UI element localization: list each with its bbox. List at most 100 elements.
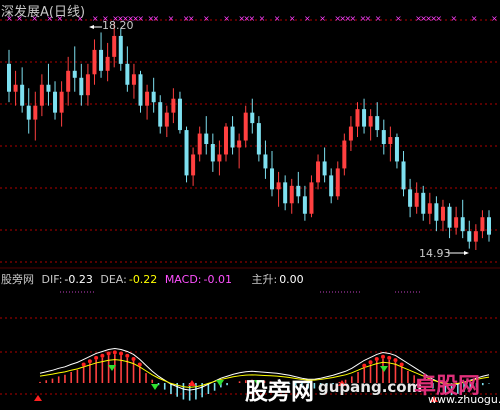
candle-body xyxy=(394,137,399,162)
macd-value: -0.01 xyxy=(203,273,232,286)
candle-body xyxy=(66,70,71,92)
zs-dot xyxy=(393,358,398,363)
candle-body xyxy=(20,84,25,106)
candle-body xyxy=(460,217,465,232)
marker-x: × xyxy=(274,14,281,23)
high-price-label: 18.20 xyxy=(102,19,134,32)
marker-x: × xyxy=(188,14,195,23)
zs-label: 主升: xyxy=(251,273,278,286)
zs-value: 0.00 xyxy=(279,273,304,286)
candle-body xyxy=(289,185,294,204)
candle-body xyxy=(434,203,439,221)
candle-body xyxy=(72,70,77,78)
candle-body xyxy=(421,192,426,214)
candle-body xyxy=(473,231,478,242)
candle-body xyxy=(375,116,380,131)
buy-signal xyxy=(34,395,42,401)
candle-body xyxy=(381,130,386,145)
dea-label: DEA: xyxy=(100,273,127,286)
candle-body xyxy=(164,112,169,127)
watermark-logo: 卓股网 www.zhuogu.com xyxy=(412,368,500,408)
candle-body xyxy=(427,203,432,214)
candle-body xyxy=(197,133,202,155)
candle-body xyxy=(217,154,222,162)
marker-x: × xyxy=(304,14,311,23)
candle-body xyxy=(33,105,38,120)
marker-x: × xyxy=(152,14,159,23)
dif-label: DIF: xyxy=(41,273,63,286)
candle-body xyxy=(454,217,459,228)
candle-body xyxy=(85,74,90,96)
zs-dot xyxy=(94,355,99,360)
candle-body xyxy=(79,77,84,96)
candle-body xyxy=(39,84,44,106)
marker-x: × xyxy=(137,14,144,23)
candle-body xyxy=(105,56,110,71)
candle-body xyxy=(230,126,235,148)
candle-body xyxy=(316,161,321,183)
candle-body xyxy=(322,161,327,176)
zs-dot xyxy=(399,362,404,367)
zs-dot xyxy=(362,363,367,368)
marker-x: × xyxy=(289,14,296,23)
candle-body xyxy=(408,189,413,207)
candle-body xyxy=(276,182,281,190)
candle-body xyxy=(7,63,11,92)
candle-body xyxy=(99,49,104,71)
candle-body xyxy=(302,196,307,214)
zs-dot xyxy=(125,353,130,358)
sell-signal xyxy=(151,384,159,390)
candle-body xyxy=(283,182,288,204)
marker-x: × xyxy=(491,14,498,23)
candle-body xyxy=(112,35,117,57)
marker-x: × xyxy=(395,14,402,23)
candle-body xyxy=(270,168,275,190)
chart-title: 深发展A(日线) xyxy=(1,5,86,20)
zs-dot xyxy=(131,357,136,361)
low-arrowhead xyxy=(464,251,469,255)
candle-body xyxy=(480,217,485,232)
zs-dot xyxy=(106,351,111,356)
candle-body xyxy=(210,144,215,162)
candle-body xyxy=(191,154,196,176)
candle-body xyxy=(296,185,301,197)
marker-x: × xyxy=(471,14,478,23)
marker-x: × xyxy=(365,14,372,23)
candle-body xyxy=(118,35,123,64)
low-price-label: 14.93 xyxy=(419,247,451,260)
chart-window: × × × × × × × × × × × × × × × × × × × × × × × × × × × × × × × × × × × × × × × ×… xyxy=(0,0,500,410)
candlestick-chart[interactable]: × × × × × × × × ×××××× ×× × ×× × × ××× × × × × × ×××× ×× × × ×××… xyxy=(0,0,500,410)
marker-x: × xyxy=(168,14,175,23)
candle-body xyxy=(125,63,130,85)
candle-body xyxy=(59,91,64,113)
marker-x: × xyxy=(435,14,442,23)
candle-body xyxy=(355,109,360,127)
logo-url: www.zhuogu.com xyxy=(428,393,500,406)
zs-dot xyxy=(112,350,117,355)
candle-body xyxy=(348,126,353,141)
candle-body xyxy=(388,137,393,145)
candle-body xyxy=(335,168,340,197)
marker-x: × xyxy=(375,14,382,23)
candle-body xyxy=(263,154,268,169)
candle-body xyxy=(440,206,445,221)
zs-dot xyxy=(374,357,379,361)
marker-x: × xyxy=(248,14,255,23)
marker-x: × xyxy=(350,14,357,23)
candle-body xyxy=(53,91,58,113)
candle-body xyxy=(145,91,150,106)
zs-dot xyxy=(119,351,124,356)
zs-dot xyxy=(387,355,392,360)
zs-dot xyxy=(368,360,373,365)
candle-body xyxy=(26,105,31,120)
candle-body xyxy=(151,91,156,103)
candle-body xyxy=(13,84,18,92)
marker-x: × xyxy=(92,14,99,23)
candle-body xyxy=(368,116,373,127)
candle-body xyxy=(158,102,163,127)
candle-body xyxy=(223,126,228,155)
marker-x: × xyxy=(451,14,458,23)
marker-x: × xyxy=(223,14,230,23)
candle-body xyxy=(401,161,406,190)
sell-signal xyxy=(216,380,224,386)
